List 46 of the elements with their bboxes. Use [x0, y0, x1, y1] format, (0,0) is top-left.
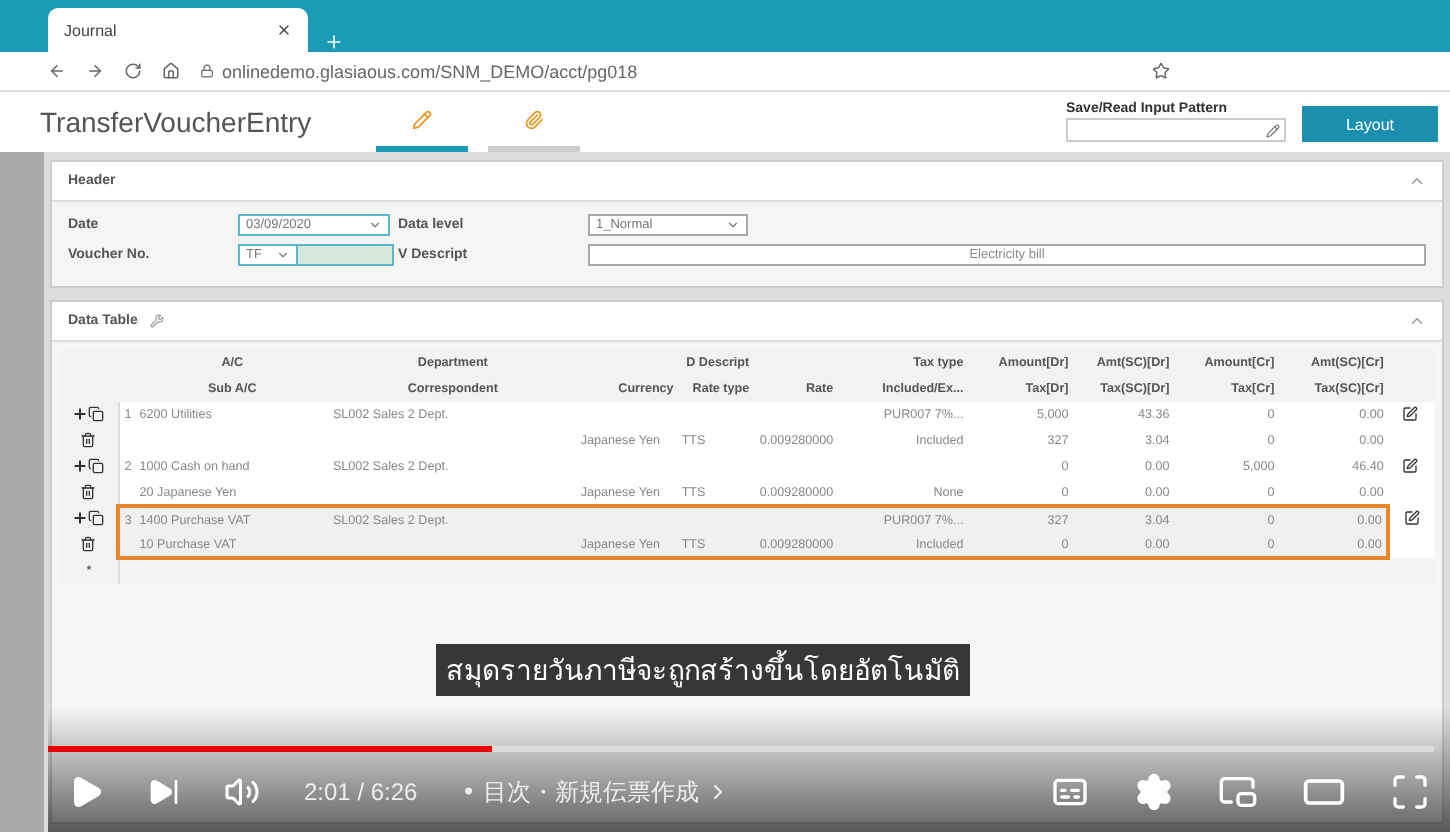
tab-title: Journal: [64, 21, 117, 39]
pencil-icon[interactable]: [1266, 123, 1280, 137]
copy-icon[interactable]: [88, 457, 105, 473]
delete-icon[interactable]: [80, 483, 97, 499]
star-icon[interactable]: [1152, 62, 1170, 80]
home-icon[interactable]: [162, 62, 180, 80]
add-icon[interactable]: [72, 405, 89, 421]
collapse-icon[interactable]: [1408, 312, 1426, 330]
pencil-icon: [412, 109, 432, 129]
wrench-icon[interactable]: [149, 314, 164, 328]
add-icon[interactable]: [72, 457, 89, 473]
lock-icon: [200, 64, 214, 78]
collapse-icon[interactable]: [1408, 172, 1426, 190]
volume-icon[interactable]: [224, 774, 260, 810]
close-icon[interactable]: [276, 22, 292, 38]
progress-bar[interactable]: [48, 746, 1434, 752]
edit-icon[interactable]: [1402, 405, 1419, 421]
copy-icon[interactable]: [88, 509, 105, 525]
add-icon[interactable]: [72, 509, 89, 525]
settings-icon[interactable]: [1134, 772, 1174, 812]
reload-icon[interactable]: [124, 62, 142, 80]
fullscreen-icon[interactable]: [1390, 772, 1430, 812]
address-field[interactable]: onlinedemo.glasiaous.com/SNM_DEMO/acct/pg018: [222, 61, 638, 81]
paperclip-icon: [524, 109, 544, 129]
voucher-number-field[interactable]: [298, 244, 394, 266]
video-time: 2:01 / 6:26: [304, 778, 418, 806]
next-icon[interactable]: [148, 776, 180, 808]
delete-icon[interactable]: [80, 535, 97, 551]
pattern-field[interactable]: [1066, 118, 1286, 142]
back-icon[interactable]: [48, 62, 66, 80]
edit-icon[interactable]: [1402, 457, 1419, 473]
subtitle: สมุดรายวันภาษีจะถูกสร้างขึ้นโดยอัตโนมัติ: [436, 644, 970, 696]
play-icon[interactable]: [68, 774, 104, 810]
layout-button[interactable]: Layout: [1302, 106, 1438, 142]
new-tab-icon[interactable]: [324, 32, 344, 52]
page-title: TransferVoucherEntry: [40, 106, 314, 138]
chevron-down-icon[interactable]: [276, 248, 290, 262]
chapter-button[interactable]: • 目次・新規伝票作成: [461, 775, 730, 809]
browser-tab[interactable]: Journal: [48, 8, 308, 52]
miniplayer-icon[interactable]: [1218, 772, 1258, 812]
forward-icon[interactable]: [86, 62, 104, 80]
copy-icon[interactable]: [88, 405, 105, 421]
chevron-down-icon[interactable]: [726, 218, 740, 232]
delete-icon[interactable]: [80, 431, 97, 447]
chevron-down-icon[interactable]: [368, 218, 382, 232]
edit-icon[interactable]: [1403, 509, 1420, 525]
